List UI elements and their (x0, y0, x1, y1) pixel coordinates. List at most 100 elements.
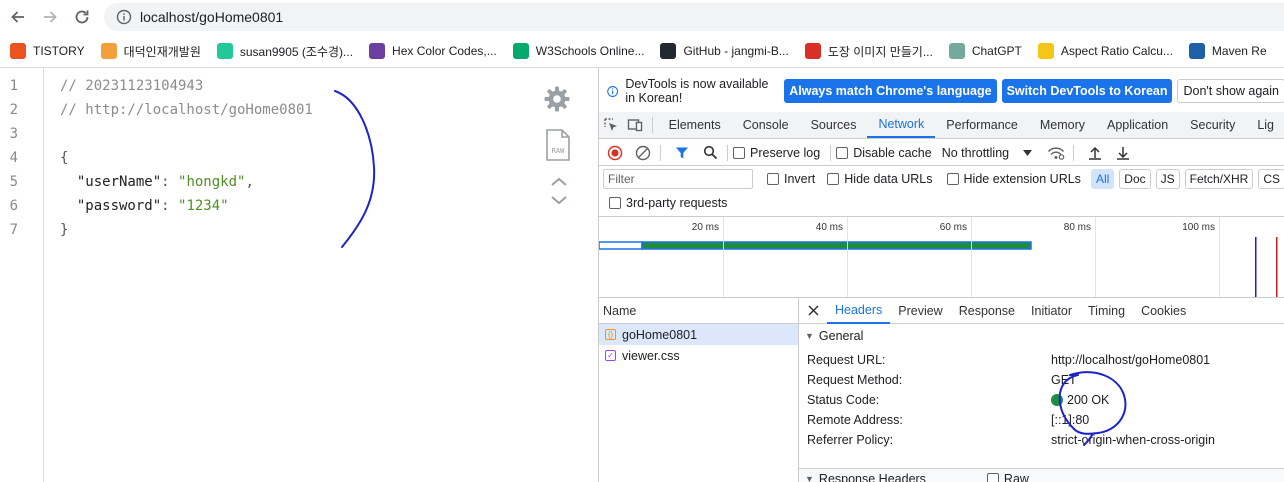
bookmark-item[interactable]: Aspect Ratio Calcu... (1032, 39, 1179, 63)
detail-tab-cookies[interactable]: Cookies (1133, 298, 1194, 324)
general-row-value-text: [::1]:80 (1051, 413, 1090, 427)
bookmark-label: Hex Color Codes,... (392, 44, 497, 58)
dont-show-again-button[interactable]: Don't show again (1177, 79, 1284, 103)
general-row-value[interactable]: 200 OK (1051, 393, 1109, 407)
general-row-value[interactable]: http://localhost/goHome0801 (1051, 353, 1210, 367)
checkbox-box[interactable] (986, 472, 999, 482)
invert-checkbox[interactable]: Invert (767, 172, 815, 186)
tab-security[interactable]: Security (1179, 111, 1246, 138)
bookmark-item[interactable]: W3Schools Online... (507, 39, 651, 63)
export-har-icon[interactable] (1111, 142, 1135, 164)
address-bar[interactable]: localhost/goHome0801 (104, 3, 1284, 31)
bookmark-label: GitHub - jangmi-B... (683, 44, 789, 58)
hide-extension-urls-label: Hide extension URLs (963, 172, 1081, 186)
tab-console[interactable]: Console (732, 111, 800, 138)
close-details-button[interactable] (799, 298, 827, 324)
switch-to-korean-button[interactable]: Switch DevTools to Korean (1001, 79, 1173, 103)
detail-tab-response[interactable]: Response (951, 298, 1023, 324)
filter-placeholder: Filter (608, 172, 635, 186)
checkbox-box[interactable] (946, 173, 959, 185)
detail-tab-initiator[interactable]: Initiator (1023, 298, 1080, 324)
type-filter-all[interactable]: All (1090, 169, 1115, 189)
general-row-value-text: GET (1051, 373, 1077, 387)
infobar-message: DevTools is now available in Korean! (625, 77, 769, 105)
bookmark-label: 도장 이미지 만들기... (827, 44, 933, 59)
forward-button[interactable] (38, 5, 62, 29)
back-button[interactable] (6, 5, 30, 29)
type-filter-fetchxhr[interactable]: Fetch/XHR (1184, 169, 1254, 189)
preserve-log-checkbox[interactable]: Preserve log (733, 146, 820, 160)
tab-memory[interactable]: Memory (1029, 111, 1096, 138)
always-match-language-button[interactable]: Always match Chrome's language (784, 79, 997, 103)
bookmark-item[interactable]: susan9905 (조수경)... (211, 39, 359, 63)
bookmark-item[interactable]: GitHub - jangmi-B... (654, 39, 794, 63)
search-icon[interactable] (698, 142, 722, 164)
filter-funnel-icon[interactable] (670, 142, 694, 164)
general-row-value[interactable]: strict-origin-when-cross-origin (1051, 433, 1215, 447)
scroll-up-down-icon[interactable] (549, 174, 569, 208)
tab-network[interactable]: Network (867, 111, 936, 138)
raw-headers-checkbox[interactable]: Raw (986, 472, 1029, 482)
code-line-4: { (60, 150, 69, 166)
bookmark-item[interactable]: 대덕인재개발원 (95, 39, 207, 63)
line-number: 1 (9, 78, 18, 94)
hide-data-urls-checkbox[interactable]: Hide data URLs (827, 172, 933, 186)
type-filter-doc[interactable]: Doc (1119, 169, 1151, 189)
bookmark-item[interactable]: 도장 이미지 만들기... (799, 39, 939, 63)
inspect-element-icon[interactable] (599, 111, 623, 138)
throttling-select[interactable]: No throttling (942, 146, 1033, 160)
bookmark-item[interactable]: Hex Color Codes,... (363, 39, 503, 63)
bookmark-item[interactable]: Maven Re (1183, 39, 1273, 63)
w3schools-icon (512, 43, 529, 59)
checkbox-box[interactable] (609, 197, 621, 209)
raw-icon-label: RAW (552, 147, 565, 155)
request-row-viewer-css[interactable]: ✓ viewer.css (599, 345, 798, 366)
general-section-header[interactable]: ▼ General (799, 324, 1284, 348)
disable-cache-checkbox[interactable]: Disable cache (836, 146, 932, 160)
checkbox-box[interactable] (767, 173, 779, 185)
general-row: Referrer Policy: strict-origin-when-cross… (799, 430, 1284, 450)
preserve-log-label: Preserve log (750, 145, 821, 160)
tab-application[interactable]: Application (1096, 111, 1179, 138)
checkbox-box[interactable] (733, 146, 745, 159)
tab-sources[interactable]: Sources (800, 111, 868, 138)
record-stop-icon[interactable] (603, 142, 627, 164)
type-filter-js[interactable]: JS (1155, 169, 1180, 189)
aspect-ratio-icon (1037, 43, 1054, 59)
filter-input[interactable]: Filter (603, 169, 753, 189)
gear-icon[interactable] (543, 85, 571, 113)
general-row-key: Remote Address: (807, 413, 903, 427)
tab-performance[interactable]: Performance (935, 111, 1029, 138)
toolbar-separator (830, 144, 832, 161)
request-name: goHome0801 (622, 327, 698, 342)
network-overview-timeline[interactable]: 20 ms 40 ms 60 ms 80 ms 100 ms (599, 216, 1284, 298)
type-filter-cs[interactable]: CS (1258, 169, 1284, 189)
reload-button[interactable] (70, 5, 94, 29)
checkbox-box[interactable] (836, 146, 849, 159)
response-headers-title: Response Headers (818, 471, 926, 482)
site-info-icon[interactable] (116, 9, 132, 25)
detail-tab-headers[interactable]: Headers (827, 298, 891, 324)
clear-icon[interactable] (631, 142, 655, 164)
bookmark-item[interactable]: TISTORY (4, 39, 91, 63)
device-toolbar-icon[interactable] (623, 111, 647, 138)
code-line-6: "password": "1234" (76, 198, 229, 214)
detail-tab-timing[interactable]: Timing (1080, 298, 1133, 324)
tab-elements[interactable]: Elements (658, 111, 732, 138)
network-conditions-icon[interactable] (1044, 142, 1068, 164)
response-headers-section[interactable]: ▼ Response Headers Raw (799, 468, 1284, 482)
detail-tab-preview[interactable]: Preview (890, 298, 950, 324)
hide-extension-urls-checkbox[interactable]: Hide extension URLs (946, 172, 1081, 186)
raw-file-icon[interactable]: RAW (544, 128, 572, 162)
request-list-header[interactable]: Name (599, 298, 798, 324)
third-party-checkbox[interactable]: 3rd-party requests (609, 196, 727, 210)
general-row-value[interactable]: [::1]:80 (1051, 413, 1089, 427)
bookmark-item[interactable]: ChatGPT (943, 39, 1028, 63)
timeline-bar-download (641, 241, 1032, 250)
checkbox-box[interactable] (827, 173, 840, 185)
general-row-value[interactable]: GET (1051, 373, 1077, 387)
devtools-panel: DevTools is now available in Korean! Alw… (598, 68, 1284, 482)
request-row-gohome[interactable]: {} goHome0801 (599, 324, 798, 345)
tab-lig[interactable]: Lig (1246, 111, 1284, 138)
import-har-icon[interactable] (1083, 142, 1107, 164)
